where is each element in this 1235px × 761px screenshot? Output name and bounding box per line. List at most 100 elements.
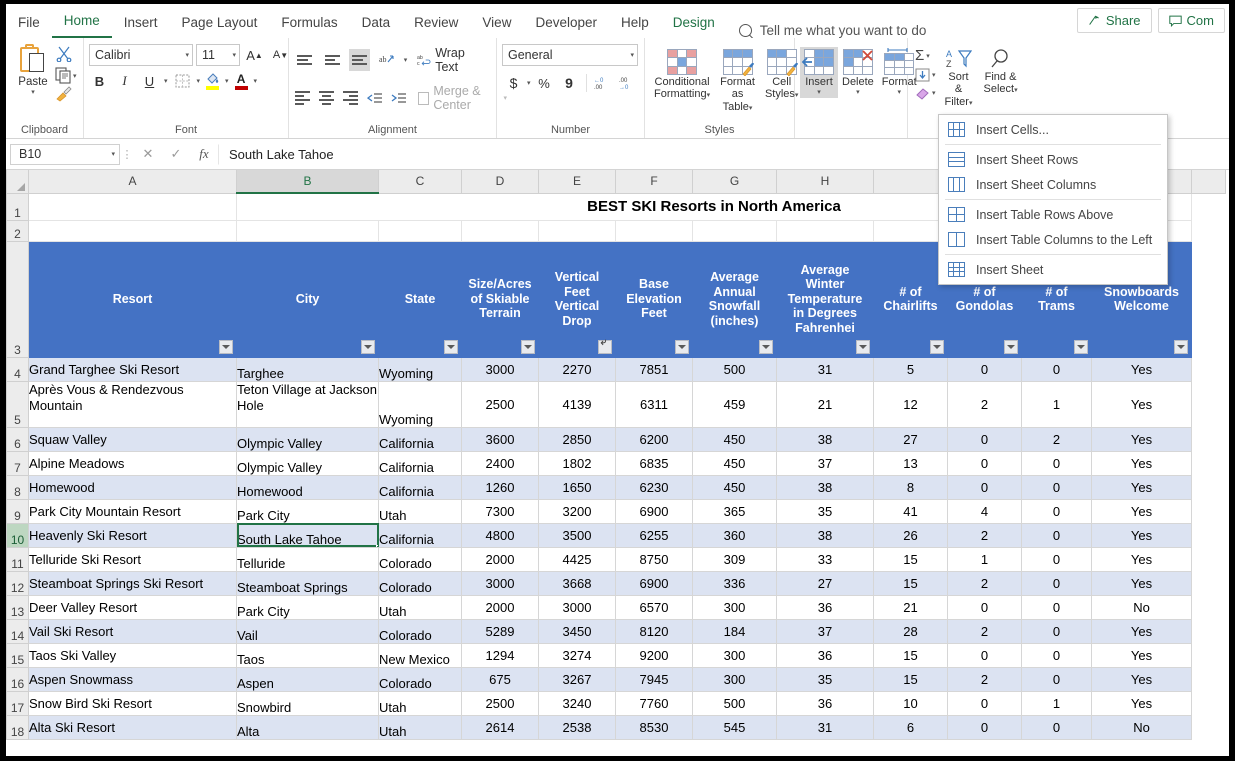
cell[interactable]: 7945 [615, 666, 693, 692]
cell-h2[interactable] [776, 219, 874, 242]
paste-dropdown-caret[interactable]: ▾ [31, 88, 35, 96]
cell[interactable]: 2000 [461, 594, 539, 620]
cell[interactable]: 2 [947, 380, 1022, 428]
cell[interactable]: 13 [873, 450, 948, 476]
comma-style-button[interactable]: 9 [558, 72, 581, 94]
column-header-g[interactable]: G [692, 170, 777, 194]
cell[interactable]: Wyoming [378, 356, 462, 382]
cell[interactable]: 6900 [615, 498, 693, 524]
cell[interactable]: Homewood [28, 474, 237, 500]
row-header-16[interactable]: 16 [6, 666, 29, 692]
copy-button[interactable]: ▾ [55, 67, 77, 84]
cell[interactable]: 365 [692, 498, 777, 524]
cell[interactable]: Colorado [378, 618, 462, 644]
cell[interactable]: No [1091, 594, 1192, 620]
cell[interactable]: Yes [1091, 522, 1192, 548]
cell[interactable]: 4800 [461, 522, 539, 548]
cell[interactable]: 35 [776, 666, 874, 692]
column-header-b[interactable]: B [236, 170, 379, 194]
cell[interactable]: 0 [1021, 618, 1092, 644]
cell[interactable]: Homewood [236, 474, 379, 500]
cell[interactable]: 38 [776, 426, 874, 452]
font-family-combo[interactable]: Calibri ▾ [89, 44, 193, 66]
find-select-button[interactable]: Find & Select▾ [979, 46, 1021, 98]
menu-item-insert-sheet[interactable]: Insert Sheet [939, 257, 1167, 282]
cell-b2[interactable] [236, 219, 379, 242]
cell[interactable]: 35 [776, 498, 874, 524]
filter-dropdown-icon[interactable] [1174, 339, 1188, 354]
cell[interactable]: Aspen Snowmass [28, 666, 237, 692]
cell[interactable]: Olympic Valley [236, 450, 379, 476]
cell[interactable]: 2270 [538, 356, 616, 382]
cell[interactable]: Colorado [378, 666, 462, 692]
row-header-5[interactable]: 5 [6, 380, 29, 428]
underline-button[interactable]: U [139, 70, 160, 92]
cell[interactable]: Yes [1091, 618, 1192, 644]
cell[interactable]: No [1091, 714, 1192, 740]
align-left-button[interactable] [294, 87, 312, 109]
filter-dropdown-icon[interactable] [361, 339, 375, 354]
cell[interactable]: 0 [1021, 356, 1092, 382]
cell[interactable]: 26 [873, 522, 948, 548]
row-header-12[interactable]: 12 [6, 570, 29, 596]
cell[interactable]: 6835 [615, 450, 693, 476]
conditional-formatting-button[interactable]: Conditional Formatting▾ [650, 47, 714, 103]
autosum-dropdown-caret[interactable]: ▾ [926, 52, 930, 60]
cell[interactable]: Snow Bird Ski Resort [28, 690, 237, 716]
align-right-button[interactable] [342, 87, 360, 109]
column-header-e[interactable]: E [538, 170, 616, 194]
cell[interactable]: Grand Targhee Ski Resort [28, 356, 237, 382]
font-color-dropdown-caret[interactable]: ▾ [254, 77, 258, 85]
cell[interactable]: Vail [236, 618, 379, 644]
cell[interactable]: 37 [776, 450, 874, 476]
filter-dropdown-icon[interactable] [1004, 339, 1018, 354]
cell[interactable]: Targhee [236, 356, 379, 382]
cell[interactable]: 309 [692, 546, 777, 572]
filter-dropdown-icon[interactable] [521, 339, 535, 354]
cell[interactable]: 4425 [538, 546, 616, 572]
cell[interactable]: 6255 [615, 522, 693, 548]
paste-button[interactable]: Paste ▾ [11, 44, 55, 96]
chevron-down-icon[interactable]: ▾ [111, 150, 115, 158]
cell[interactable]: Park City [236, 594, 379, 620]
cell[interactable]: 5289 [461, 618, 539, 644]
delete-dropdown-caret[interactable]: ▾ [856, 88, 860, 96]
share-button[interactable]: Share [1076, 8, 1152, 33]
percent-button[interactable]: % [533, 72, 556, 94]
cell[interactable]: 300 [692, 642, 777, 668]
row-header-9[interactable]: 9 [6, 498, 29, 524]
cell[interactable]: 12 [873, 380, 948, 428]
cell[interactable]: Yes [1091, 356, 1192, 382]
cell[interactable]: Utah [378, 714, 462, 740]
column-header-a[interactable]: A [28, 170, 237, 194]
fill-color-button[interactable] [204, 72, 221, 90]
cell[interactable]: 6900 [615, 570, 693, 596]
menu-item-insert-cells[interactable]: Insert Cells... [939, 117, 1167, 142]
row-header-1[interactable]: 1 [6, 192, 29, 221]
borders-button[interactable] [172, 70, 193, 92]
fill-button[interactable]: ▾ [913, 67, 938, 83]
cell-c2[interactable] [378, 219, 462, 242]
cell[interactable]: 0 [1021, 522, 1092, 548]
cell[interactable]: 2 [1021, 426, 1092, 452]
cell[interactable]: California [378, 522, 462, 548]
row-header-14[interactable]: 14 [6, 618, 29, 644]
header-size-acres[interactable]: Size/Acres of Skiable Terrain [461, 240, 539, 358]
cell-e2[interactable] [538, 219, 616, 242]
cell[interactable]: Utah [378, 498, 462, 524]
filter-dropdown-icon[interactable] [930, 339, 944, 354]
header-resort[interactable]: Resort [28, 240, 237, 358]
select-all-corner[interactable] [6, 170, 29, 194]
cell[interactable]: 38 [776, 522, 874, 548]
cell[interactable]: Yes [1091, 546, 1192, 572]
cell[interactable]: 0 [1021, 594, 1092, 620]
cell[interactable]: 31 [776, 356, 874, 382]
cell[interactable]: 3267 [538, 666, 616, 692]
cell[interactable]: Utah [378, 690, 462, 716]
menu-item-insert-table-columns-left[interactable]: Insert Table Columns to the Left [939, 227, 1167, 252]
cell[interactable]: 15 [873, 642, 948, 668]
cell[interactable]: 3500 [538, 522, 616, 548]
cell[interactable]: Yes [1091, 474, 1192, 500]
cell[interactable]: 15 [873, 666, 948, 692]
row-header-4[interactable]: 4 [6, 356, 29, 382]
